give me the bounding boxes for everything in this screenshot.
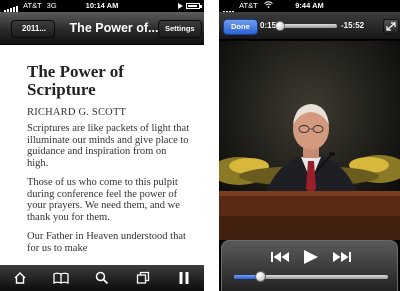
article-paragraph: Our Father in Heaven understood that for… [27,231,186,254]
article-paragraph: Those of us who come to this pulpit duri… [27,177,180,223]
now-playing-icon [178,3,183,9]
bottom-toolbar [0,265,204,291]
page-title: The Power of... [69,21,159,35]
play-icon[interactable] [302,249,320,265]
scrubber-track[interactable] [279,24,337,28]
article-title: The Power of Scripture [27,62,124,99]
rewind-icon[interactable] [270,249,290,265]
speaker-video-image [219,41,400,240]
remaining-time: -15:52 [341,21,365,30]
status-time: 10:14 AM [85,1,119,10]
status-bar: AT&T 9:44 AM [219,0,400,13]
status-bar: AT&T 3G 10:14 AM [0,0,204,13]
book-icon[interactable] [49,268,73,288]
volume-thumb[interactable] [254,271,266,282]
pages-icon[interactable] [131,268,155,288]
home-icon[interactable] [8,268,32,288]
right-phone-screen: AT&T 9:44 AM Done 0:15 -15:52 [219,0,400,291]
article-author: RICHARD G. SCOTT [27,107,127,118]
left-phone-screen: AT&T 3G 10:14 AM 2011... The Power of...… [0,0,204,291]
status-time: 9:44 AM [295,1,324,10]
playback-controls [221,240,398,291]
done-button[interactable]: Done [223,19,258,35]
settings-button[interactable]: Settings [158,20,202,38]
search-icon[interactable] [90,268,114,288]
back-button[interactable]: 2011... [11,20,56,38]
navigation-bar: 2011... The Power of... Settings [0,12,204,45]
video-frame[interactable] [219,41,400,240]
article-paragraph: Scriptures are like packets of light tha… [27,123,190,169]
battery-icon [186,3,202,9]
pause-icon[interactable] [172,268,196,288]
elapsed-time: 0:15 [260,21,277,30]
scrubber-thumb[interactable] [274,21,285,31]
expand-icon[interactable] [383,19,399,34]
video-top-bar: Done 0:15 -15:52 [219,12,400,40]
article-body: The Power of Scripture RICHARD G. SCOTT … [0,45,204,254]
fast-forward-icon[interactable] [332,249,352,265]
